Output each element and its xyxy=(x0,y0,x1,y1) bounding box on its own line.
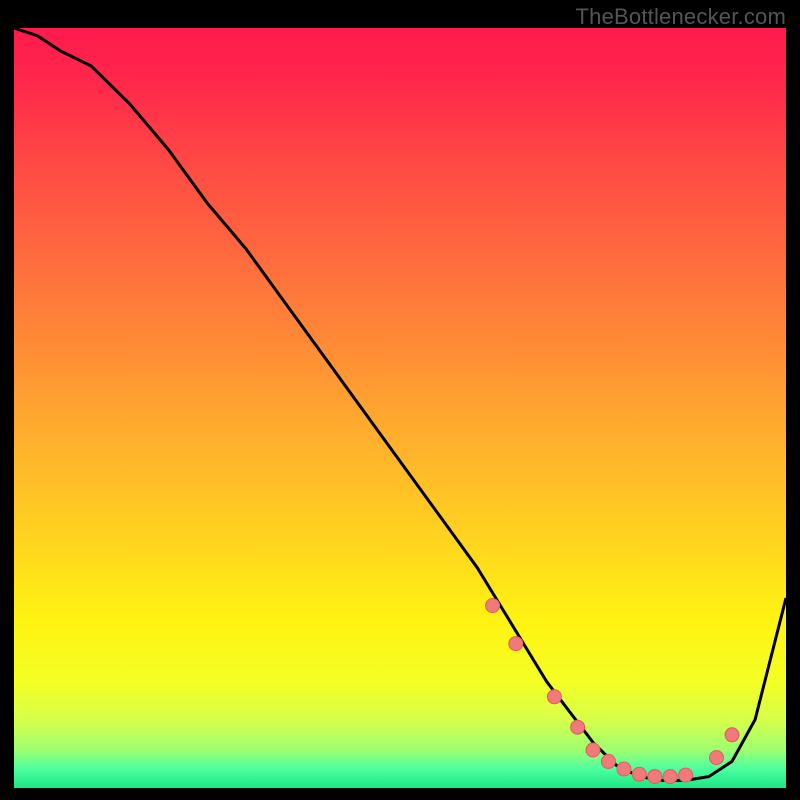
marker-dot xyxy=(663,770,677,784)
marker-dot xyxy=(679,768,693,782)
marker-dot xyxy=(617,762,631,776)
marker-dot xyxy=(586,743,600,757)
marker-dot xyxy=(710,751,724,765)
marker-dot xyxy=(648,770,662,784)
marker-dot xyxy=(509,637,523,651)
marker-dot xyxy=(571,720,585,734)
bottleneck-chart xyxy=(14,28,786,788)
marker-dot xyxy=(547,690,561,704)
marker-dot xyxy=(632,767,646,781)
watermark-text: TheBottlenecker.com xyxy=(576,4,786,30)
marker-dot xyxy=(486,599,500,613)
gradient-background xyxy=(14,28,786,788)
marker-dot xyxy=(601,754,615,768)
marker-dot xyxy=(725,728,739,742)
chart-frame: TheBottlenecker.com xyxy=(0,0,800,800)
plot-area xyxy=(14,28,786,788)
